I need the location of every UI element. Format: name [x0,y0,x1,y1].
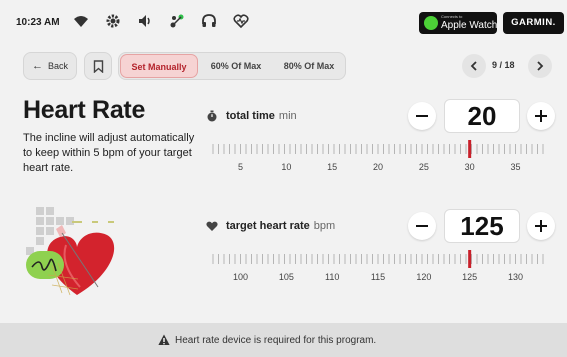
target-hr-title: target heart rate [226,220,310,232]
footer-warning-bar: Heart rate device is required for this p… [0,323,567,357]
slider-scale-label: 120 [416,272,432,282]
connection-icon[interactable] [169,13,185,29]
headphones-icon[interactable] [201,13,217,29]
heart-icon [206,221,218,231]
minus-icon [416,225,428,227]
heart-monitor-icon[interactable] [233,13,249,29]
mode-60-of-max[interactable]: 60% Of Max [201,53,271,79]
plus-icon-v [540,110,542,122]
slider-scale-label: 25 [418,162,429,172]
chevron-left-icon [470,61,477,71]
slider-scale-label: 130 [507,272,524,282]
total-time-title: total time [226,110,275,122]
total-time-slider[interactable]: 5 10 15 20 25 30 35 [210,140,544,176]
garmin-badge[interactable]: GARMIN. [503,12,564,34]
slider-scale-label: 20 [372,162,384,172]
target-hr-slider[interactable]: 100 105 110 115 120 125 130 [210,250,544,286]
chevron-right-icon [537,61,544,71]
heart-illustration [22,205,132,310]
back-label: Back [48,61,69,71]
slider-scale-label: 100 [232,272,249,282]
slider-scale-label: 35 [510,162,521,172]
slider-scale-label: 105 [278,272,294,282]
mode-selector: Set Manually 60% Of Max 80% Of Max [118,52,346,80]
slider-scale-label: 115 [370,272,386,282]
timer-icon [207,110,217,122]
settings-icon[interactable] [105,13,121,29]
bookmark-icon [93,60,104,73]
mode-80-of-max[interactable]: 80% Of Max [273,53,345,79]
status-bar: 10:23 AM Connects to Apple Watch GARMIN. [0,0,567,42]
bookmark-button[interactable] [84,52,112,80]
slider-scale-label: 30 [464,162,475,172]
prev-page-button[interactable] [462,54,486,78]
apple-watch-label: Apple Watch [441,20,498,31]
apple-watch-badge[interactable]: Connects to Apple Watch [419,12,497,34]
page-title: Heart Rate [23,96,146,124]
plus-icon-v [540,220,542,232]
app-screen: 10:23 AM Connects to Apple Watch GARMIN.… [0,0,567,357]
warning-icon [158,334,170,345]
slider-scale-label: 5 [237,162,244,172]
program-description: The incline will adjust automatically to… [23,132,195,174]
wifi-icon [73,13,89,29]
target-hr-label: target heart rate bpm [226,220,335,232]
total-time-value[interactable]: 20 [444,99,520,133]
volume-icon[interactable] [137,13,153,29]
footer-message: Heart rate device is required for this p… [175,335,377,346]
mode-set-manually[interactable]: Set Manually [120,54,198,78]
minus-icon [416,115,428,117]
slider-value-marker[interactable] [468,140,472,158]
apple-watch-icon [424,16,438,30]
target-hr-unit: bpm [313,220,336,232]
target-hr-value[interactable]: 125 [444,209,520,243]
status-time: 10:23 AM [16,17,60,28]
slider-scale-label: 10 [281,162,292,172]
increase-time-button[interactable] [527,102,555,130]
slider-scale-label: 125 [462,272,478,282]
next-page-button[interactable] [528,54,552,78]
increase-hr-button[interactable] [527,212,555,240]
decrease-hr-button[interactable] [408,212,436,240]
slider-value-marker[interactable] [468,250,472,268]
total-time-unit: min [278,110,297,122]
back-button[interactable]: ← Back [23,52,77,80]
apple-watch-caption: Connects to [441,14,463,19]
decrease-time-button[interactable] [408,102,436,130]
arrow-left-icon: ← [32,60,43,72]
total-time-label: total time min [226,110,297,122]
slider-scale-label: 110 [324,272,340,282]
page-counter: 9 / 18 [492,60,515,70]
slider-scale-label: 15 [327,162,338,172]
